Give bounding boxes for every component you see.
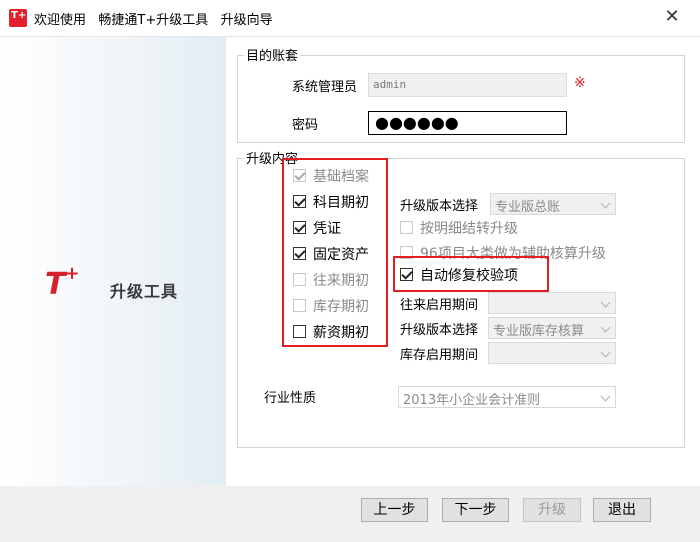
modules-highlight <box>282 158 388 347</box>
main-panel: 目的账套 系统管理员 admin ※ 密码 ●●●●●● 升级内容 基础档案 科… <box>226 37 700 486</box>
auto-repair-highlight <box>393 256 549 292</box>
left-banner: T+ 升级工具 <box>0 37 226 486</box>
chevron-down-icon <box>600 297 611 308</box>
tplus-logo: T+ <box>45 263 80 302</box>
chevron-down-icon <box>600 322 611 333</box>
chevron-down-icon <box>600 391 611 402</box>
inventory-period-select[interactable] <box>488 342 616 364</box>
window-title: 欢迎使用 畅捷通T+升级工具 升级向导 <box>34 13 273 28</box>
banner-product-text: 升级工具 <box>110 282 179 301</box>
prev-button[interactable]: 上一步 <box>361 498 428 522</box>
version-select2[interactable]: 专业版库存核算 <box>488 317 616 339</box>
industry-select[interactable]: 2013年小企业会计准则 <box>398 386 616 408</box>
required-mark: ※ <box>574 75 586 91</box>
chevron-down-icon <box>600 198 611 209</box>
ar-period-select[interactable] <box>488 292 616 314</box>
upgrade-button[interactable]: 升级 <box>523 498 581 522</box>
version-select-label: 升级版本选择 <box>400 199 479 214</box>
admin-label: 系统管理员 <box>292 80 358 95</box>
admin-field[interactable]: admin <box>368 73 567 97</box>
exit-button[interactable]: 退出 <box>593 498 651 522</box>
industry-label: 行业性质 <box>264 391 317 406</box>
password-field[interactable]: ●●●●●● <box>368 111 567 135</box>
password-mask: ●●●●●● <box>375 113 459 132</box>
inventory-period-label: 库存启用期间 <box>400 348 479 363</box>
title-bar: T+ 欢迎使用 畅捷通T+升级工具 升级向导 ✕ <box>0 0 700 36</box>
close-button[interactable]: ✕ <box>660 6 684 30</box>
next-button[interactable]: 下一步 <box>442 498 509 522</box>
detail-carry-option[interactable]: 按明细结转升级 <box>400 217 600 241</box>
checkbox[interactable] <box>400 221 413 234</box>
version-select2-label: 升级版本选择 <box>400 323 479 338</box>
target-account-title: 目的账套 <box>244 45 301 64</box>
footer-bar: 上一步 下一步 升级 退出 <box>0 486 700 542</box>
version-select[interactable]: 专业版总账 <box>490 193 616 215</box>
ar-period-label: 往来启用期间 <box>400 298 479 313</box>
app-logo-icon: T+ <box>9 9 27 27</box>
chevron-down-icon <box>600 347 611 358</box>
password-label: 密码 <box>292 118 319 133</box>
